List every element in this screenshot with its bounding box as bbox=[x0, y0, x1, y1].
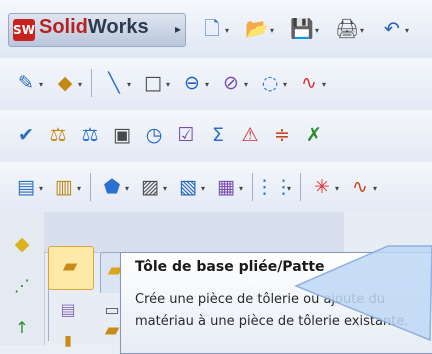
callout-pointer bbox=[294, 245, 432, 342]
